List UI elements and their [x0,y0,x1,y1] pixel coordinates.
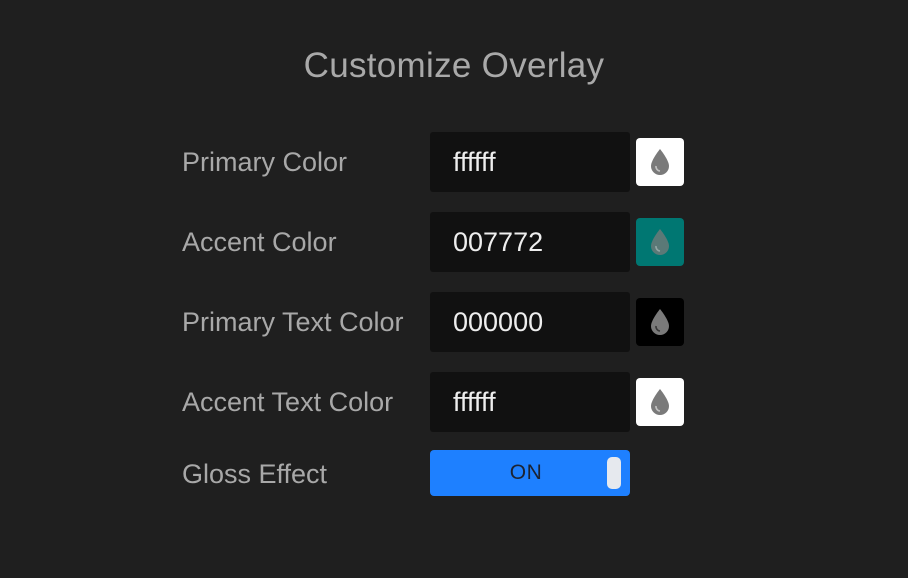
primary-color-input[interactable] [430,132,630,192]
accent-color-row: Accent Color [182,212,692,272]
toggle-knob[interactable] [607,457,621,489]
droplet-icon [651,389,669,415]
droplet-icon [651,309,669,335]
toggle-state-text: ON [509,461,543,484]
primary-color-row: Primary Color [182,132,692,192]
accent-text-color-input[interactable] [430,372,630,432]
gloss-effect-toggle[interactable]: ON [430,450,630,496]
accent-text-color-row: Accent Text Color [182,372,692,432]
primary-color-label: Primary Color [182,147,348,177]
primary-color-swatch-button[interactable] [636,138,684,186]
primary-text-color-row: Primary Text Color [182,292,692,352]
customize-overlay-panel: Customize Overlay Primary Color Accent C… [0,0,908,578]
gloss-effect-label: Gloss Effect [182,459,328,489]
accent-color-swatch-button[interactable] [636,218,684,266]
gloss-effect-row: Gloss Effect ON [182,450,692,498]
accent-text-color-label: Accent Text Color [182,387,394,417]
accent-color-label: Accent Color [182,227,337,257]
primary-text-color-label: Primary Text Color [182,307,404,337]
droplet-icon [651,229,669,255]
primary-text-color-input[interactable] [430,292,630,352]
overlay-settings-form: Primary Color Accent Color Primary Text … [182,132,692,518]
primary-text-color-swatch-button[interactable] [636,298,684,346]
accent-text-color-swatch-button[interactable] [636,378,684,426]
page-title: Customize Overlay [303,46,605,85]
droplet-icon [651,149,669,175]
accent-color-input[interactable] [430,212,630,272]
